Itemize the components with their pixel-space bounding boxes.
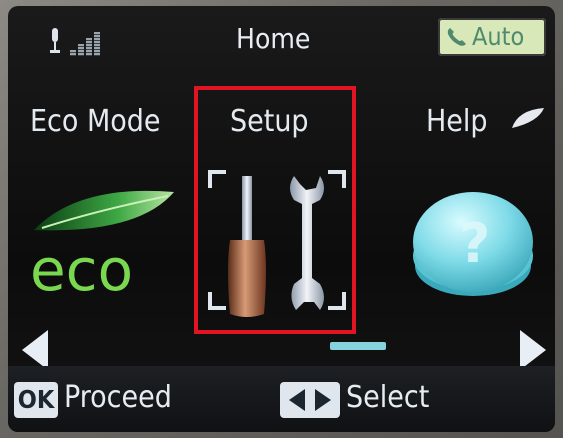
menu-label-eco-mode: Eco Mode: [30, 104, 161, 139]
screwdriver-wrench-icon: [208, 170, 346, 317]
left-right-arrows-icon[interactable]: [280, 382, 340, 418]
page-indicator: [330, 342, 386, 350]
auto-label: Auto: [472, 22, 525, 51]
microphone-icon: [50, 28, 60, 54]
question-disc-icon: ?: [413, 192, 533, 296]
signal-strength-icon: [70, 30, 108, 56]
eco-icon-text: eco: [30, 236, 133, 296]
ok-key-button[interactable]: OK: [14, 382, 58, 418]
status-bar: Home Auto: [8, 6, 555, 68]
select-label: Select: [346, 380, 430, 415]
help-peek-icon: [512, 108, 544, 128]
page-title: Home: [236, 22, 311, 55]
arrow-right-icon[interactable]: [520, 330, 546, 370]
eco-leaf-icon: eco: [30, 190, 174, 304]
auto-answer-badge: Auto: [438, 18, 546, 56]
menu-item-help[interactable]: ?: [408, 184, 538, 304]
arrow-left-icon[interactable]: [22, 330, 48, 370]
svg-text:?: ?: [459, 212, 490, 275]
menu-item-setup[interactable]: [202, 158, 352, 322]
menu-label-help: Help: [426, 104, 488, 139]
softkey-bar: OK Proceed Select: [8, 366, 555, 432]
phone-icon: [447, 28, 466, 46]
lcd-screen: Home Auto Eco Mode Setup Help eco ? OK P…: [8, 6, 555, 432]
proceed-label: Proceed: [64, 380, 172, 415]
menu-item-eco-mode[interactable]: eco: [28, 186, 178, 304]
